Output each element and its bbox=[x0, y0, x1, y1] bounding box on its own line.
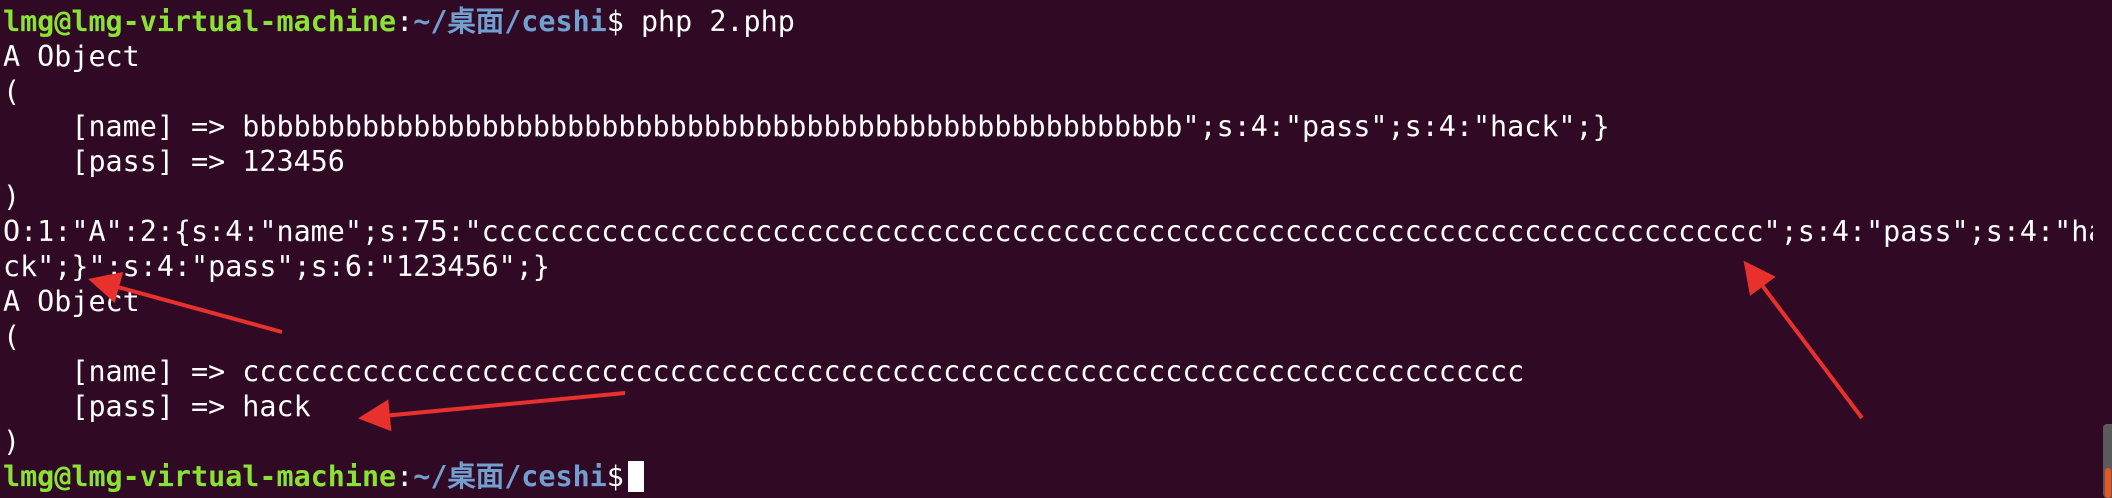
prompt-sign: $ bbox=[606, 460, 624, 493]
prompt-sign: $ bbox=[606, 5, 624, 38]
prompt-path: ~/桌面/ceshi bbox=[413, 460, 607, 493]
prompt-line: lmg@lmg-virtual-machine:~/桌面/ceshi$ php … bbox=[3, 4, 2093, 39]
scrollbar[interactable] bbox=[2103, 424, 2112, 498]
output-line: A Object bbox=[3, 285, 140, 318]
output-line: ( bbox=[3, 320, 21, 353]
output-line: ( bbox=[3, 75, 21, 108]
output-line: [pass] => 123456 bbox=[3, 145, 345, 178]
prompt-user-host: lmg@lmg-virtual-machine bbox=[3, 460, 397, 493]
prompt-separator: : bbox=[396, 460, 414, 493]
output-line: ) bbox=[3, 180, 21, 213]
output-line: [name] => cccccccccccccccccccccccccccccc… bbox=[3, 355, 1525, 388]
output-line: ) bbox=[3, 425, 21, 458]
prompt-path: ~/桌面/ceshi bbox=[413, 5, 607, 38]
output-line: [name] => bbbbbbbbbbbbbbbbbbbbbbbbbbbbbb… bbox=[3, 110, 1610, 143]
output-line: A Object bbox=[3, 40, 140, 73]
command-text: php 2.php bbox=[623, 5, 795, 38]
output-line: O:1:"A":2:{s:4:"name";s:75:"cccccccccccc… bbox=[3, 215, 2093, 248]
prompt-separator: : bbox=[396, 5, 414, 38]
output-line: ck";}";s:4:"pass";s:6:"123456";} bbox=[3, 250, 550, 283]
scrollbar-thumb[interactable] bbox=[2105, 468, 2111, 498]
terminal-output: lmg@lmg-virtual-machine:~/桌面/ceshi$ php … bbox=[3, 4, 2093, 494]
output-line: [pass] => hack bbox=[3, 390, 311, 423]
prompt-user-host: lmg@lmg-virtual-machine bbox=[3, 5, 397, 38]
terminal-window[interactable]: lmg@lmg-virtual-machine:~/桌面/ceshi$ php … bbox=[0, 0, 2112, 498]
text-cursor bbox=[627, 461, 644, 492]
prompt-line-current[interactable]: lmg@lmg-virtual-machine:~/桌面/ceshi$ bbox=[3, 459, 2093, 494]
